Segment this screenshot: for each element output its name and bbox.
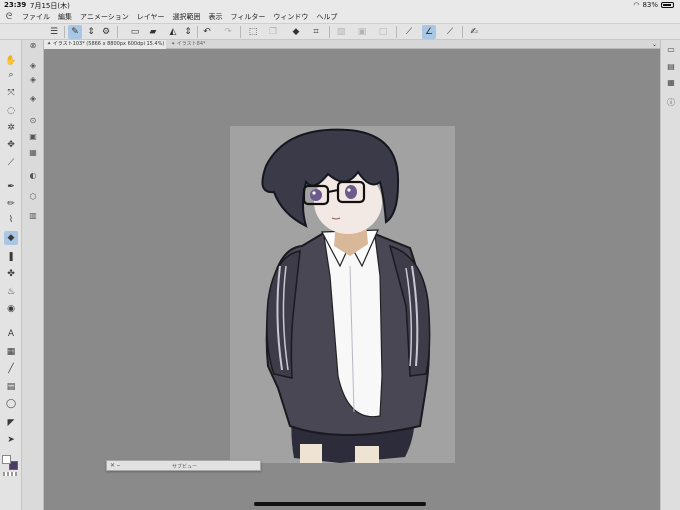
menu-help[interactable]: ヘルプ xyxy=(312,12,341,22)
menu-selection[interactable]: 選択範囲 xyxy=(169,12,205,22)
gradient-icon[interactable]: ▦ xyxy=(4,345,18,359)
new-canvas-icon[interactable]: ▭ xyxy=(128,25,142,39)
up-down-icon[interactable]: ⇕ xyxy=(84,25,98,39)
menu-icon[interactable]: ☰ xyxy=(47,25,61,39)
balloon-icon[interactable]: ◯ xyxy=(4,397,18,411)
snap-guide-icon[interactable]: ⟋ xyxy=(443,25,457,39)
zoom-icon[interactable]: ⌕ xyxy=(4,68,18,82)
pen-tool-icon[interactable]: ✎ xyxy=(68,25,82,39)
deselect-icon[interactable]: ▧ xyxy=(334,25,348,39)
invert-icon[interactable]: ▣ xyxy=(355,25,369,39)
app-window: 23:39 7月15日(木) ◠ 83% ᘓ ファイル 編集 アニメーション レ… xyxy=(0,0,680,510)
brush-icon[interactable]: ⌇ xyxy=(4,213,18,227)
decoration-icon[interactable]: ✤ xyxy=(4,267,18,281)
status-time: 23:39 xyxy=(4,1,27,9)
snap-line-icon[interactable]: ∠ xyxy=(422,25,436,39)
eraser-icon[interactable]: ◆ xyxy=(4,231,18,245)
subtool-snap-icon[interactable]: ▦ xyxy=(26,147,40,159)
subtool-kneaded-icon[interactable]: ◐ xyxy=(26,170,40,182)
fill-bucket-icon[interactable]: ◉ xyxy=(4,302,18,316)
menu-bar: ᘓ ファイル 編集 アニメーション レイヤー 選択範囲 表示 フィルター ウィン… xyxy=(0,11,680,24)
settings-icon[interactable]: ⚙ xyxy=(99,25,113,39)
eyedropper-icon[interactable]: ⟋ xyxy=(4,156,18,170)
subtool-menu-icon[interactable]: ⊗ xyxy=(26,40,40,52)
subview-title: サブビュー xyxy=(171,464,197,470)
status-date: 7月15日(木) xyxy=(30,2,70,10)
menu-edit[interactable]: 編集 xyxy=(54,12,76,22)
pencil-icon[interactable]: ✏ xyxy=(4,197,18,211)
tab-illust-103[interactable]: ✦ イラスト103* (5866 x 8800px 600dpi 15.4%) xyxy=(44,40,166,49)
figure-icon[interactable]: ╱ xyxy=(4,362,18,376)
right-panel-rail: ▭ ▤ ▦ ⓘ xyxy=(660,40,680,510)
clear-icon[interactable]: ◭ xyxy=(166,25,180,39)
main-color-swatch[interactable] xyxy=(2,455,11,464)
copy-icon[interactable]: ❐ xyxy=(266,25,280,39)
subtool-multilayer-icon[interactable]: ▣ xyxy=(26,131,40,143)
magic-wand-icon[interactable]: ✲ xyxy=(4,121,18,135)
undo-icon[interactable]: ↶ xyxy=(200,25,214,39)
transparent-color-swatch[interactable] xyxy=(3,472,17,476)
subtool-hard-eraser-icon[interactable]: ◈ xyxy=(26,60,40,72)
text-icon[interactable]: A xyxy=(4,327,18,341)
menu-view[interactable]: 表示 xyxy=(205,12,227,22)
subtool-vector-eraser-icon[interactable]: ⊙ xyxy=(26,115,40,127)
sub-tool-rail: ⊗ ◈ ◈ ◈ ⊙ ▣ ▦ ◐ ⬡ ▥ xyxy=(22,40,44,510)
menu-window[interactable]: ウィンドウ xyxy=(269,12,312,22)
tab-illust-84[interactable]: ✦ イラスト84* xyxy=(168,40,234,49)
subtool-add-icon[interactable]: ▥ xyxy=(26,210,40,222)
stepper-icon[interactable]: ⇕ xyxy=(181,25,195,39)
pen-icon[interactable]: ✒ xyxy=(4,180,18,194)
menu-layer[interactable]: レイヤー xyxy=(133,12,169,22)
material-icon[interactable]: ▦ xyxy=(664,76,678,90)
move-layer-icon[interactable]: ⤧ xyxy=(4,86,18,100)
document-tab-bar: ✦ イラスト103* (5866 x 8800px 600dpi 15.4%) … xyxy=(44,40,660,49)
snap-ruler-icon[interactable]: ⟋ xyxy=(402,25,416,39)
open-icon[interactable]: ▰ xyxy=(146,25,160,39)
hand-icon[interactable]: ✋ xyxy=(4,54,18,68)
menu-animation[interactable]: アニメーション xyxy=(76,12,133,22)
status-bar: 23:39 7月15日(木) ◠ 83% xyxy=(0,0,680,11)
wifi-icon: ◠ xyxy=(633,1,640,9)
edit-icon[interactable]: ✍ xyxy=(467,25,481,39)
navigator-icon[interactable]: ▤ xyxy=(664,60,678,74)
frame-icon[interactable]: □ xyxy=(376,25,390,39)
tab-menu-icon[interactable]: ⌄ xyxy=(652,40,657,49)
battery-percent: 83% xyxy=(642,1,658,9)
fill-icon[interactable]: ◆ xyxy=(289,25,303,39)
info-icon[interactable]: ⓘ xyxy=(664,96,678,110)
operation-icon[interactable]: ➤ xyxy=(4,433,18,447)
move-icon[interactable]: ✥ xyxy=(4,138,18,152)
frame-border-icon[interactable]: ▤ xyxy=(4,380,18,394)
airbrush-icon[interactable]: ♨ xyxy=(4,285,18,299)
subtool-layer-icon[interactable]: ⬡ xyxy=(26,191,40,203)
menu-file[interactable]: ファイル xyxy=(18,12,54,22)
sub-view-palette[interactable]: ✕ ⎯ サブビュー xyxy=(106,460,261,471)
status-right: ◠ 83% xyxy=(633,1,674,9)
subtool-rough-eraser-icon[interactable]: ◈ xyxy=(26,93,40,105)
battery-icon xyxy=(661,2,674,8)
drawing-canvas[interactable] xyxy=(230,126,455,463)
app-logo-icon[interactable]: ᘓ xyxy=(0,12,18,22)
command-toolbar: ☰ ✎ ⇕ ⚙ ▭ ▰ ◭ ⇕ ↶ ↷ ⬚ ❐ ◆ ⌗ ▧ ▣ □ ⟋ ∠ ⟋ … xyxy=(0,24,680,40)
menu-filter[interactable]: フィルター xyxy=(227,12,270,22)
redo-icon[interactable]: ↷ xyxy=(221,25,235,39)
subtool-soft-eraser-icon[interactable]: ◈ xyxy=(26,74,40,86)
home-indicator[interactable] xyxy=(254,502,426,506)
lasso-select-icon[interactable]: ◌ xyxy=(4,104,18,118)
layer-panel-icon[interactable]: ▭ xyxy=(664,43,678,57)
ruler-icon[interactable]: ◤ xyxy=(4,416,18,430)
crop-icon[interactable]: ⌗ xyxy=(309,25,323,39)
lasso-icon[interactable]: ⬚ xyxy=(246,25,260,39)
illustration xyxy=(261,128,431,463)
blend-icon[interactable]: ❚ xyxy=(4,250,18,264)
tool-rail: ✋ ⌕ ⤧ ◌ ✲ ✥ ⟋ ✒ ✏ ⌇ ◆ ❚ ✤ ♨ ◉ A ▦ ╱ ▤ ◯ … xyxy=(0,40,22,510)
